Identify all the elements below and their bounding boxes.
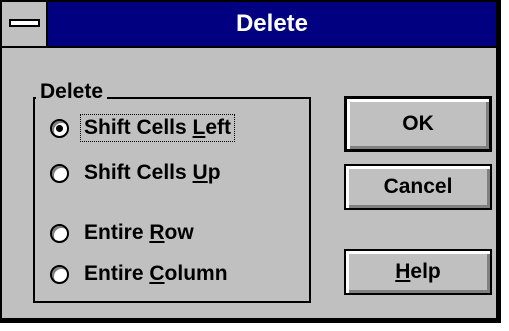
system-menu-icon [9, 19, 40, 27]
radio-unselected-icon [50, 223, 69, 243]
radio-shift-cells-up[interactable]: Shift Cells Up [50, 156, 224, 190]
radio-selected-icon [50, 118, 69, 138]
group-legend: Delete [36, 80, 108, 104]
radio-shift-cells-left[interactable]: Shift Cells Left [50, 111, 236, 145]
ok-button[interactable]: OK [344, 96, 492, 152]
option-label: Entire Row [84, 221, 194, 244]
radio-unselected-icon [50, 264, 69, 284]
radio-entire-column[interactable]: Entire Column [50, 257, 231, 291]
dialog-title: Delete [235, 10, 309, 37]
system-menu-button[interactable] [2, 2, 48, 46]
radio-entire-row[interactable]: Entire Row [50, 216, 197, 250]
option-label: Shift Cells Up [84, 161, 221, 184]
cancel-button[interactable]: Cancel [344, 164, 492, 210]
delete-dialog: Delete Delete Shift Cells Left Shift Cel… [0, 0, 501, 323]
title-bar[interactable]: Delete [2, 2, 496, 48]
option-label: Shift Cells Left [79, 114, 236, 142]
help-button[interactable]: Help [344, 249, 492, 295]
option-label: Entire Column [84, 262, 228, 285]
radio-unselected-icon [50, 163, 69, 183]
